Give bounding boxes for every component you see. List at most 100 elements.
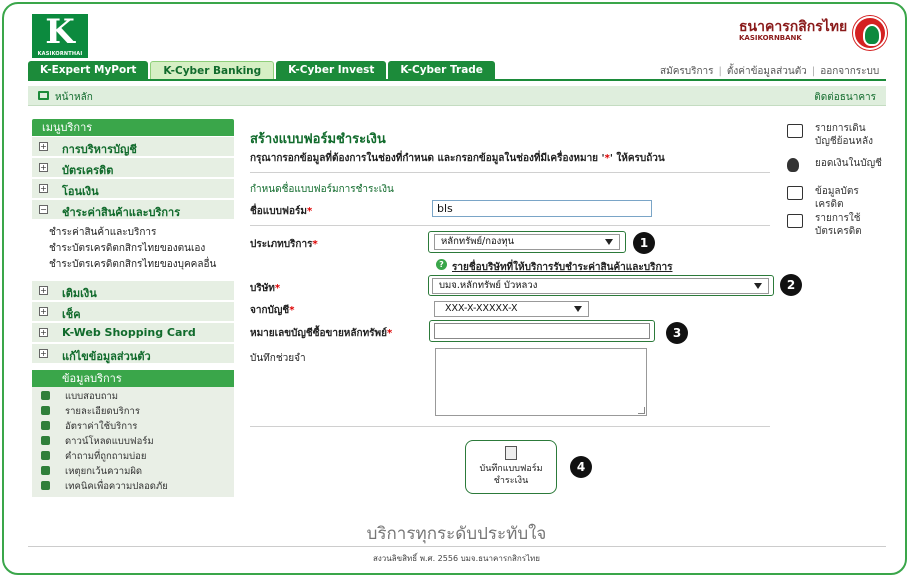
divider [250, 426, 770, 427]
service-menu-title: เมนูบริการ [32, 119, 234, 136]
step-badge-4: 4 [570, 456, 592, 478]
submenu-own-card-payment[interactable]: ชำระบัตรเครดิตกสิกรไทยของตนเอง [49, 241, 205, 256]
save-form-button[interactable]: บันทึกแบบฟอร์ม ชำระเงิน [465, 440, 557, 494]
label-text: บริษัท [250, 283, 275, 294]
menu-item-transfer[interactable]: + โอนเงิน [32, 179, 234, 199]
tab-k-cyber-banking[interactable]: K-Cyber Banking [150, 61, 275, 79]
quicklink-line: รายการเดิน [815, 123, 866, 134]
expand-icon[interactable]: + [39, 328, 48, 337]
page-frame: K KASIKORNTHAI ธนาคารกสิกรไทย KASIKORNBA… [2, 2, 907, 575]
quicklink-line: บัญชีย้อนหลัง [815, 136, 873, 147]
expand-icon[interactable]: + [39, 286, 48, 295]
menu-item-label: ชำระค่าสินค้าและบริการ [62, 206, 181, 219]
menu-item-credit-card[interactable]: + บัตรเครดิต [32, 158, 234, 178]
from-account-select[interactable]: XXX-X-XXXXX-X [434, 301, 589, 317]
breadcrumb-bar: หน้าหลัก ติดต่อธนาคาร [28, 86, 886, 106]
info-item-disclaimer[interactable]: เหตุยกเว้นความผิด [32, 464, 234, 477]
quicklink-label: ข้อมูลบัตรเครดิต [815, 186, 859, 210]
section-title: กำหนดชื่อแบบฟอร์มการชำระเงิน [250, 184, 394, 195]
form-name-input[interactable]: bls [432, 200, 652, 217]
tab-underline [28, 79, 886, 81]
expand-icon[interactable]: + [39, 184, 48, 193]
k-logo-icon: K [32, 14, 88, 50]
info-item-label: อัตราค่าใช้บริการ [65, 421, 138, 432]
save-button-label: บันทึกแบบฟอร์ม [479, 464, 543, 474]
tab-k-cyber-invest[interactable]: K-Cyber Invest [276, 61, 387, 79]
menu-item-label: แก้ไขข้อมูลส่วนตัว [62, 350, 151, 363]
footer-slogan: บริการทุกระดับประทับใจ [366, 524, 547, 544]
service-type-select[interactable]: หลักทรัพย์/กองทุน [434, 234, 620, 250]
info-item-download-forms[interactable]: ดาวน์โหลดแบบฟอร์ม [32, 434, 234, 447]
dropdown-arrow-icon [574, 306, 582, 312]
menu-item-top-up[interactable]: + เติมเงิน [32, 281, 234, 301]
required-marker: * [387, 328, 393, 339]
bank-emblem-icon [853, 16, 887, 50]
home-link[interactable]: หน้าหลัก [55, 90, 93, 105]
menu-item-account-management[interactable]: + การบริหารบัญชี [32, 137, 234, 157]
menu-item-label: เติมเงิน [62, 287, 97, 300]
tab-k-expert-myport[interactable]: K-Expert MyPort [28, 61, 149, 79]
collapse-icon[interactable]: − [39, 205, 48, 214]
quicklink-label: รายการใช้ บัตรเครดิต [815, 212, 862, 238]
form-name-label: ชื่อแบบฟอร์ม* [250, 204, 312, 219]
memo-textarea[interactable] [435, 348, 647, 416]
info-item-survey[interactable]: แบบสอบถาม [32, 389, 234, 402]
save-button-label: ชำระเงิน [493, 476, 529, 486]
divider [250, 172, 770, 173]
label-text: หมายเลขบัญชีซื้อขายหลักทรัพย์ [250, 328, 387, 339]
logo-brand-text: KASIKORNTHAI [32, 50, 88, 58]
separator: | [718, 66, 722, 77]
money-bag-icon [787, 158, 799, 172]
company-label: บริษัท* [250, 281, 280, 296]
quicklink-label: ยอดเงินในบัญชี [815, 158, 882, 169]
required-marker: * [274, 283, 281, 294]
info-item-security-tips[interactable]: เทคนิคเพื่อความปลอดภัย [32, 479, 234, 492]
step-badge-1: 1 [633, 232, 655, 254]
instruction-text: ' ให้ครบถ้วน [609, 153, 665, 164]
expand-icon[interactable]: + [39, 307, 48, 316]
info-item-faq[interactable]: คำถามที่ถูกถามบ่อย [32, 449, 234, 462]
menu-item-label: การบริหารบัญชี [62, 143, 137, 156]
tab-k-cyber-trade[interactable]: K-Cyber Trade [388, 61, 495, 79]
calculator-icon [41, 421, 50, 430]
label-text: ชื่อแบบฟอร์ม [250, 206, 307, 217]
label-text: จากบัญชี [250, 305, 290, 316]
instruction-text: กรุณากรอกข้อมูลที่ต้องการในช่องที่กำหนด … [250, 153, 605, 164]
settings-link[interactable]: ตั้งค่าข้อมูลส่วนตัว [727, 66, 807, 77]
company-list-link[interactable]: รายชื่อบริษัทที่ให้บริการรับชำระค่าสินค้… [452, 260, 672, 275]
kasikorn-logo[interactable]: K KASIKORNTHAI [32, 14, 88, 58]
dropdown-arrow-icon [605, 239, 613, 245]
menu-item-label: บัตรเครดิต [62, 164, 114, 177]
top-links: สมัครบริการ | ตั้งค่าข้อมูลส่วนตัว | ออกจากร… [660, 64, 879, 79]
required-marker: * [289, 305, 295, 316]
info-item-fees[interactable]: อัตราค่าใช้บริการ [32, 419, 234, 432]
info-item-service-details[interactable]: รายละเอียดบริการ [32, 404, 234, 417]
page-title: สร้างแบบฟอร์มชำระเงิน [250, 132, 386, 147]
dropdown-arrow-icon [754, 283, 762, 289]
register-link[interactable]: สมัครบริการ [660, 66, 714, 77]
save-document-icon [505, 446, 517, 460]
select-value: หลักทรัพย์/กองทุน [441, 236, 515, 247]
menu-item-k-web-shopping-card[interactable]: + K-Web Shopping Card [32, 323, 234, 343]
download-icon [41, 436, 50, 445]
menu-item-bill-payment[interactable]: − ชำระค่าสินค้าและบริการ [32, 200, 234, 220]
company-select[interactable]: บมจ.หลักทรัพย์ บัวหลวง [432, 278, 769, 294]
menu-item-edit-profile[interactable]: + แก้ไขข้อมูลส่วนตัว [32, 344, 234, 364]
home-icon[interactable] [38, 91, 49, 100]
logout-link[interactable]: ออกจากระบบ [820, 66, 879, 77]
contact-bank-link[interactable]: ติดต่อธนาคาร [814, 90, 876, 105]
scale-icon [41, 466, 50, 475]
submenu-bill-payment[interactable]: ชำระค่าสินค้าและบริการ [49, 225, 156, 240]
statement-icon [787, 124, 803, 138]
menu-item-label: เช็ค [62, 308, 81, 321]
checkbox-icon [41, 391, 50, 400]
expand-icon[interactable]: + [39, 142, 48, 151]
expand-icon[interactable]: + [39, 163, 48, 172]
info-item-label: เทคนิคเพื่อความปลอดภัย [65, 481, 168, 492]
quicklink-line: บัตรเครดิต [815, 226, 862, 237]
expand-icon[interactable]: + [39, 349, 48, 358]
securities-account-input[interactable] [434, 323, 650, 339]
service-info-title: ข้อมูลบริการ [32, 370, 234, 387]
submenu-other-card-payment[interactable]: ชำระบัตรเครดิตกสิกรไทยของบุคคลอื่น [49, 257, 216, 272]
menu-item-cheque[interactable]: + เช็ค [32, 302, 234, 322]
